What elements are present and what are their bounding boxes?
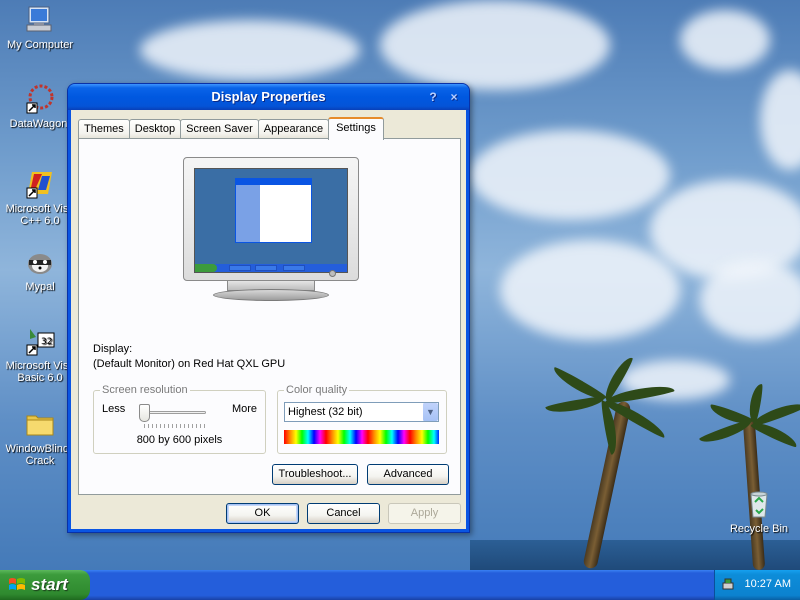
tab-screen-saver[interactable]: Screen Saver [180,119,259,139]
close-button[interactable]: × [445,88,463,106]
desktop-icon-recycle-bin[interactable]: Recycle Bin [719,488,799,535]
screen-resolution-group: Screen resolution Less More 800 by 600 p… [93,384,266,454]
tab-themes[interactable]: Themes [78,119,130,139]
monitor-base [213,289,329,301]
tab-desktop[interactable]: Desktop [128,119,182,139]
cloud [500,240,680,340]
color-quality-title: Color quality [284,384,350,396]
chevron-down-icon[interactable]: ▼ [422,403,438,421]
color-quality-group: Color quality Highest (32 bit) ▼ [277,384,447,454]
display-label: Display: [93,343,133,355]
cloud [470,130,670,220]
more-label: More [231,403,257,415]
troubleshoot-button[interactable]: Troubleshoot... [272,464,358,485]
desktop-icon-my-computer[interactable]: My Computer [0,4,80,51]
monitor-frame [183,157,359,281]
mypal-icon [28,254,52,274]
ok-button[interactable]: OK [226,503,299,524]
desktop-icon-label: Recycle Bin [729,523,789,535]
shortcut-icon [26,84,54,114]
resolution-value: 800 by 600 pixels [136,434,223,446]
start-label: start [31,575,68,594]
screen-resolution-title: Screen resolution [100,384,190,396]
cloud [760,70,800,170]
system-tray: 10:27 AM [714,570,800,600]
apply-button[interactable]: Apply [388,503,461,524]
visual-cpp-icon [26,172,52,199]
recycle-bin-icon [750,491,768,518]
monitor-screen [194,168,348,273]
advanced-button[interactable]: Advanced [367,464,449,485]
tab-settings[interactable]: Settings [328,117,384,140]
color-spectrum-bar [284,430,439,444]
windows-logo-icon [9,578,25,590]
display-value: (Default Monitor) on Red Hat QXL GPU [93,358,286,370]
tab-strip: Themes Desktop Screen Saver Appearance S… [78,117,384,140]
title-bar[interactable]: Display Properties ? × [68,84,469,110]
clock[interactable]: 10:27 AM [745,578,791,590]
taskbar: start 10:27 AM [0,570,800,600]
my-computer-icon [26,6,52,32]
cloud [140,20,360,80]
cancel-button[interactable]: Cancel [307,503,380,524]
cloud [680,10,770,70]
monitor-preview [183,157,359,302]
preview-taskbar [195,264,347,272]
help-button[interactable]: ? [424,88,442,106]
folder-icon [26,415,54,436]
tab-appearance[interactable]: Appearance [257,119,330,139]
power-button-icon [329,270,336,277]
resolution-slider-thumb[interactable] [139,404,150,422]
preview-window [235,178,312,243]
less-label: Less [102,403,126,415]
window-title: Display Properties [211,89,326,104]
display-properties-window: Display Properties ? × Themes Desktop Sc… [67,83,470,533]
start-button[interactable]: start [0,570,90,600]
cloud [380,0,610,90]
resolution-slider-track[interactable] [142,411,206,414]
safely-remove-hardware-icon[interactable] [721,577,735,591]
dialog-body: Themes Desktop Screen Saver Appearance S… [71,110,466,529]
color-quality-select[interactable]: Highest (32 bit) ▼ [284,402,439,422]
svg-text:32: 32 [41,337,52,347]
visual-basic-icon: 32 [26,329,55,356]
settings-panel: Display: (Default Monitor) on Red Hat QX… [78,138,461,495]
color-quality-value: Highest (32 bit) [288,406,363,418]
cloud [700,260,800,340]
desktop-icon-label: My Computer [6,39,74,51]
slider-ticks [144,424,206,428]
